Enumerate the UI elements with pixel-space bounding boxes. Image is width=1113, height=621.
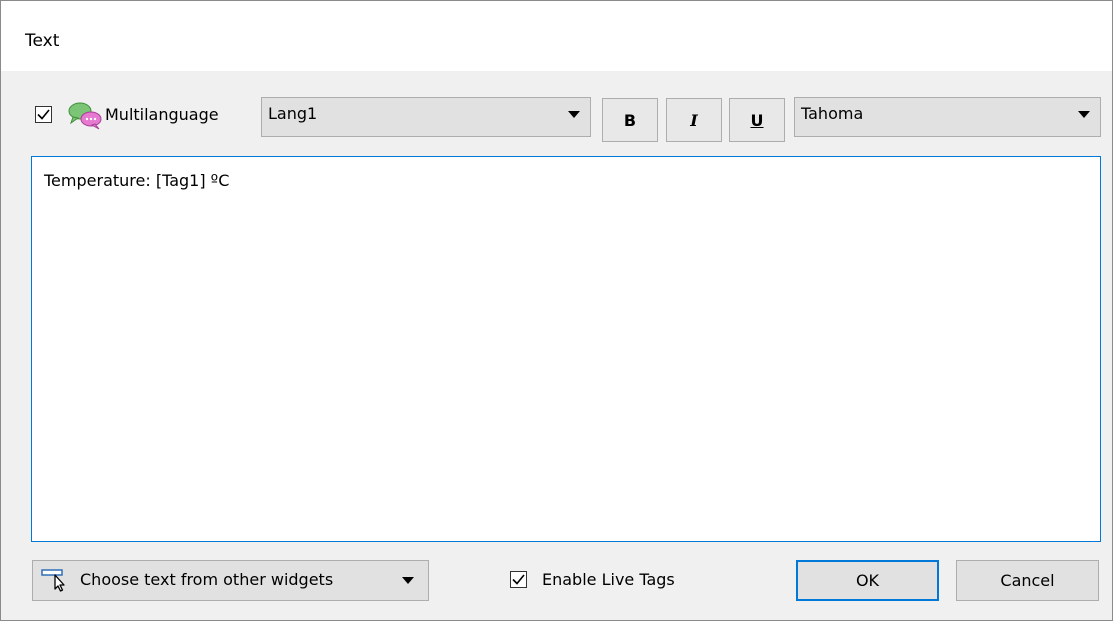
editor-content: Temperature: [Tag1] ºC <box>44 171 230 190</box>
enable-live-tags-checkbox[interactable] <box>510 571 527 588</box>
cancel-button[interactable]: Cancel <box>956 560 1099 601</box>
font-select[interactable]: Tahoma <box>794 97 1101 137</box>
title-bar: Text <box>1 1 1112 71</box>
choose-text-button[interactable]: Choose text from other widgets <box>32 560 429 601</box>
multilanguage-label: Multilanguage <box>105 105 219 124</box>
language-select-value: Lang1 <box>268 104 318 123</box>
checkmark-icon <box>512 574 525 585</box>
dialog-title: Text <box>25 31 60 51</box>
widget-pointer-icon <box>41 569 65 592</box>
text-editor[interactable]: Temperature: [Tag1] ºC <box>31 156 1101 542</box>
underline-button[interactable]: U <box>729 98 785 142</box>
chat-bubbles-icon <box>68 102 102 130</box>
font-select-value: Tahoma <box>801 104 864 123</box>
chevron-down-icon <box>1078 111 1090 118</box>
choose-text-label: Choose text from other widgets <box>80 570 334 589</box>
italic-button[interactable]: I <box>666 98 722 142</box>
enable-live-tags-label: Enable Live Tags <box>542 570 675 589</box>
ok-button[interactable]: OK <box>796 560 939 601</box>
text-dialog: Text Multilanguage Lang1 B I U Tahoma Te… <box>0 0 1113 621</box>
checkmark-icon <box>37 109 50 120</box>
multilanguage-checkbox[interactable] <box>35 106 52 123</box>
chevron-down-icon <box>402 577 414 584</box>
language-select[interactable]: Lang1 <box>261 97 591 137</box>
bold-button[interactable]: B <box>602 98 658 142</box>
chevron-down-icon <box>568 111 580 118</box>
